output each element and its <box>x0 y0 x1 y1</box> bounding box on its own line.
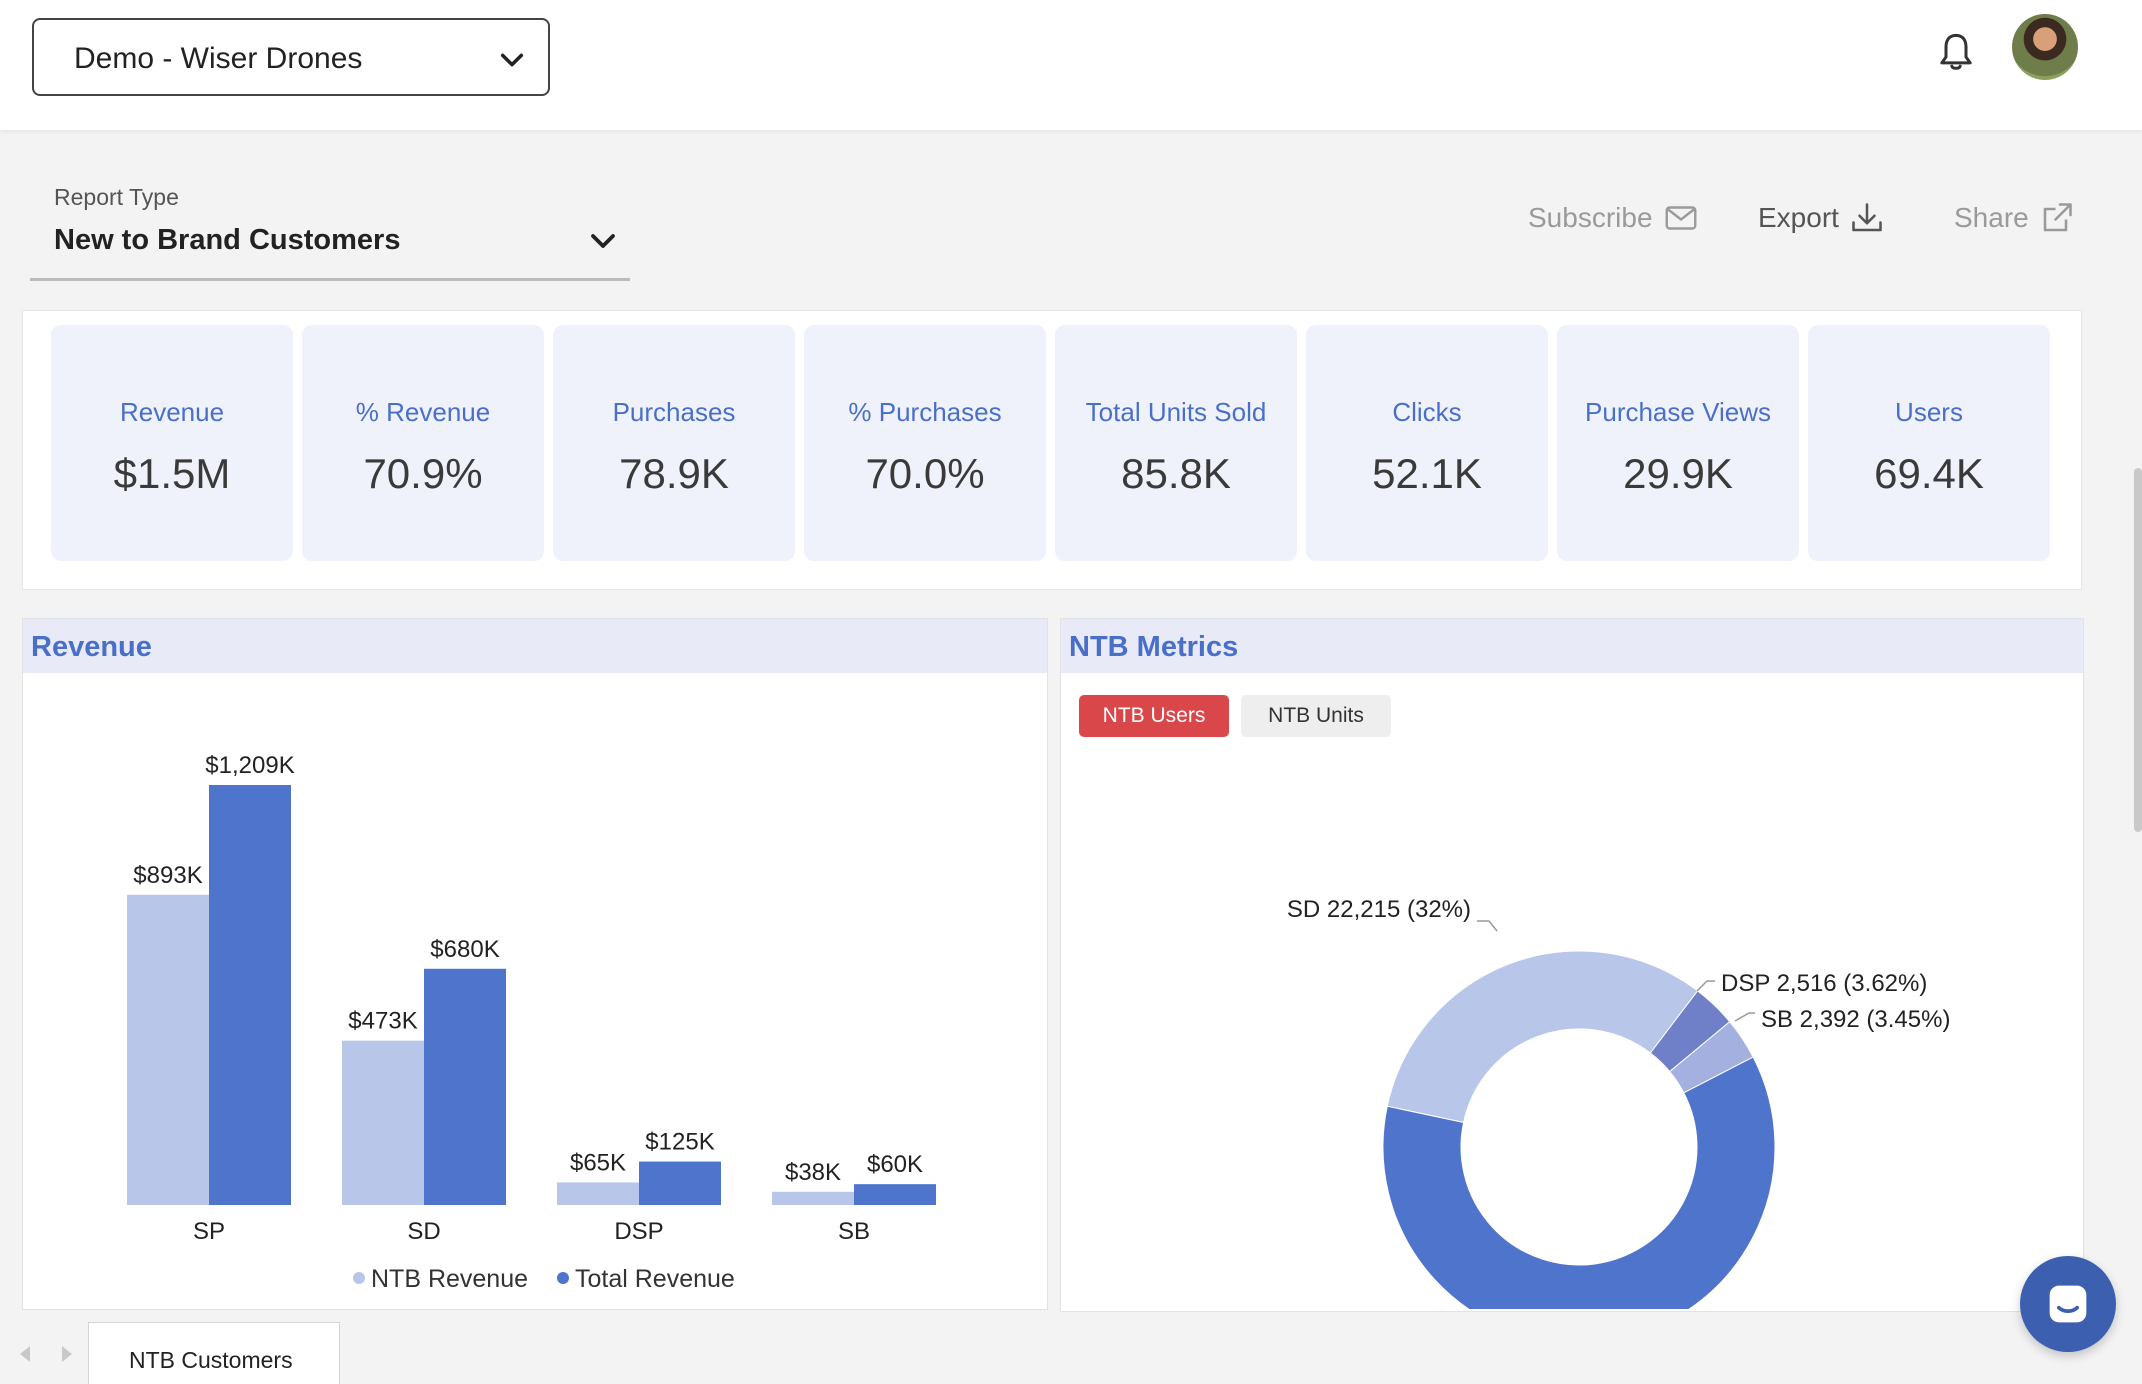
bar-sd-ntb[interactable] <box>342 1040 424 1205</box>
chevron-down-icon <box>500 53 524 67</box>
mail-icon <box>1665 206 1696 230</box>
bar-sb-total[interactable] <box>854 1184 936 1205</box>
report-type-select[interactable]: Report Type New to Brand Customers <box>30 176 630 281</box>
chat-icon <box>2049 1285 2087 1323</box>
kpi-label: Purchases <box>612 397 736 427</box>
tab-prev-arrow[interactable] <box>20 1346 30 1362</box>
kpi-card-users: Users 69.4K <box>1808 325 2050 561</box>
report-type-value: New to Brand Customers <box>54 224 401 256</box>
legend-swatch <box>353 1272 365 1284</box>
bell-icon[interactable] <box>1936 30 1976 74</box>
bar-value-label: $473K <box>348 1008 417 1035</box>
export-button[interactable]: Export <box>1758 200 1885 236</box>
kpi-label: % Revenue <box>355 397 491 427</box>
leader-line <box>1734 1012 1755 1022</box>
export-label: Export <box>1758 202 1839 233</box>
slice-label-sd: SD 22,215 (32%) <box>1287 896 1471 923</box>
bar-dsp-ntb[interactable] <box>557 1182 639 1205</box>
tab-next-arrow[interactable] <box>62 1346 72 1362</box>
bar-value-label: $38K <box>785 1159 841 1186</box>
chevron-down-icon <box>591 234 615 248</box>
bar-sb-ntb[interactable] <box>772 1191 854 1205</box>
leader-line <box>1477 920 1498 932</box>
subscribe-label: Subscribe <box>1528 202 1653 233</box>
kpi-value: 52.1K <box>1372 450 1482 497</box>
legend-swatch <box>557 1272 569 1284</box>
kpi-value: 69.4K <box>1874 450 1984 497</box>
ntb-metrics-card: NTB Metrics NTB Users NTB Units SP 42,29… <box>1060 618 2084 1312</box>
category-label: SB <box>838 1218 870 1245</box>
toggle-ntb-units[interactable]: NTB Units <box>1241 695 1391 737</box>
category-label: SD <box>407 1218 440 1245</box>
bar-value-label: $65K <box>570 1149 626 1176</box>
revenue-bar-chart: $893K $1,209K SP $473K $680K SD $65K $125K DSP $3… <box>127 752 936 1293</box>
revenue-card-header: Revenue <box>23 619 1047 673</box>
kpi-card-percent-revenue: % Revenue 70.9% <box>302 325 544 561</box>
kpi-value: $1.5M <box>113 450 231 497</box>
report-type-caption: Report Type <box>54 184 179 210</box>
revenue-card-title: Revenue <box>31 631 152 663</box>
bar-value-label: $1,209K <box>205 752 294 779</box>
tab-ntb-customers[interactable]: NTB Customers <box>88 1322 340 1384</box>
category-label: SP <box>193 1218 225 1245</box>
ntb-metrics-title: NTB Metrics <box>1069 631 1239 663</box>
chat-launcher-button[interactable] <box>2020 1256 2116 1352</box>
bar-sp-ntb[interactable] <box>127 894 209 1205</box>
revenue-card: Revenue $893K $1,209K SP $473K $680K SD $65K $1… <box>22 618 1048 1310</box>
bar-dsp-total[interactable] <box>639 1161 721 1205</box>
kpi-label: Users <box>1895 397 1963 427</box>
kpi-label: Clicks <box>1392 397 1462 427</box>
account-select[interactable]: Demo - Wiser Drones <box>32 18 550 96</box>
kpi-label: Purchase Views <box>1585 397 1771 427</box>
donut-slice-sd[interactable] <box>1386 950 1699 1124</box>
slice-label-sb: SB 2,392 (3.45%) <box>1761 1006 1950 1033</box>
kpi-card-percent-purchases: % Purchases 70.0% <box>804 325 1046 561</box>
top-bar: Demo - Wiser Drones <box>0 0 2142 130</box>
kpi-card-clicks: Clicks 52.1K <box>1306 325 1548 561</box>
share-label: Share <box>1954 202 2029 233</box>
kpi-card-revenue: Revenue $1.5M <box>51 325 293 561</box>
download-icon <box>1852 203 1882 232</box>
tab-label: NTB Customers <box>129 1347 293 1373</box>
slice-label-dsp: DSP 2,516 (3.62%) <box>1721 970 1927 997</box>
bar-sp-total[interactable] <box>209 785 291 1205</box>
bar-sd-total[interactable] <box>424 968 506 1205</box>
legend-label[interactable]: NTB Revenue <box>371 1265 528 1293</box>
kpi-panel: Revenue $1.5M % Revenue 70.9% Purchases … <box>22 310 2082 590</box>
kpi-card-purchases: Purchases 78.9K <box>553 325 795 561</box>
user-avatar[interactable] <box>2012 14 2078 80</box>
subscribe-button[interactable]: Subscribe <box>1528 200 1699 236</box>
account-select-label: Demo - Wiser Drones <box>74 42 363 75</box>
ntb-metrics-header: NTB Metrics <box>1061 619 2083 673</box>
page-scrollbar[interactable] <box>2134 468 2142 832</box>
share-button[interactable]: Share <box>1954 200 2075 236</box>
leader-line <box>1696 980 1715 992</box>
bar-value-label: $893K <box>133 862 202 889</box>
kpi-value: 78.9K <box>619 450 729 497</box>
kpi-label: % Purchases <box>848 397 1002 427</box>
kpi-label: Revenue <box>119 397 225 427</box>
kpi-card-total-units-sold: Total Units Sold 85.8K <box>1055 325 1297 561</box>
bar-value-label: $60K <box>867 1151 923 1178</box>
external-link-icon <box>2043 203 2072 232</box>
kpi-value: 85.8K <box>1121 450 1231 497</box>
legend-label[interactable]: Total Revenue <box>575 1265 735 1293</box>
bar-value-label: $680K <box>430 936 499 963</box>
kpi-value: 70.0% <box>865 450 985 497</box>
kpi-card-purchase-views: Purchase Views 29.9K <box>1557 325 1799 561</box>
kpi-value: 70.9% <box>363 450 483 497</box>
ntb-donut-chart: SP 42,290 (60.93%)SD 22,215 (32%)DSP 2,5… <box>1287 896 1950 1309</box>
bar-value-label: $125K <box>645 1129 714 1156</box>
kpi-label: Total Units Sold <box>1085 397 1267 427</box>
toggle-ntb-users[interactable]: NTB Users <box>1079 695 1229 737</box>
kpi-value: 29.9K <box>1623 450 1733 497</box>
category-label: DSP <box>614 1218 663 1245</box>
